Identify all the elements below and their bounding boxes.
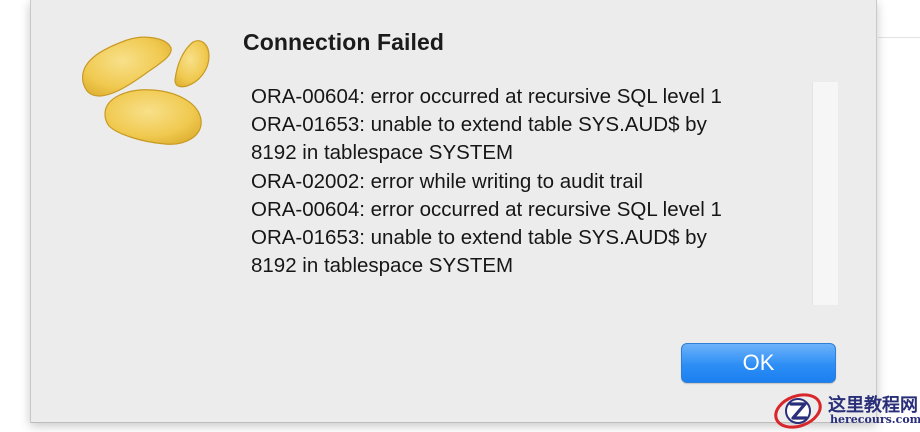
ok-button[interactable]: OK: [681, 343, 836, 383]
error-line: ORA-02002: error while writing to audit …: [251, 169, 643, 193]
connection-failed-dialog: Connection Failed ORA-00604: error occur…: [30, 0, 877, 423]
z-logo-icon: [774, 393, 822, 429]
error-line: 8192 in tablespace SYSTEM: [251, 141, 514, 165]
error-message-area: ORA-00604: error occurred at recursive S…: [241, 80, 839, 305]
error-line: ORA-00604: error occurred at recursive S…: [251, 197, 722, 221]
screen: Connection Failed ORA-00604: error occur…: [0, 0, 920, 432]
error-line: ORA-00604: error occurred at recursive S…: [251, 85, 722, 108]
navicat-logo-icon: [82, 36, 210, 145]
dialog-title: Connection Failed: [243, 29, 445, 55]
watermark-url: herecours.com: [830, 413, 920, 426]
background-divider: [878, 37, 920, 38]
error-line: ORA-01653: unable to extend table SYS.AU…: [251, 226, 707, 250]
error-line: ORA-01653: unable to extend table SYS.AU…: [251, 113, 707, 137]
error-message: ORA-00604: error occurred at recursive S…: [251, 83, 821, 280]
watermark: 这里教程网 herecours.com: [770, 388, 920, 432]
message-scrollbar[interactable]: [812, 82, 838, 305]
error-line: 8192 in tablespace SYSTEM: [251, 254, 514, 278]
